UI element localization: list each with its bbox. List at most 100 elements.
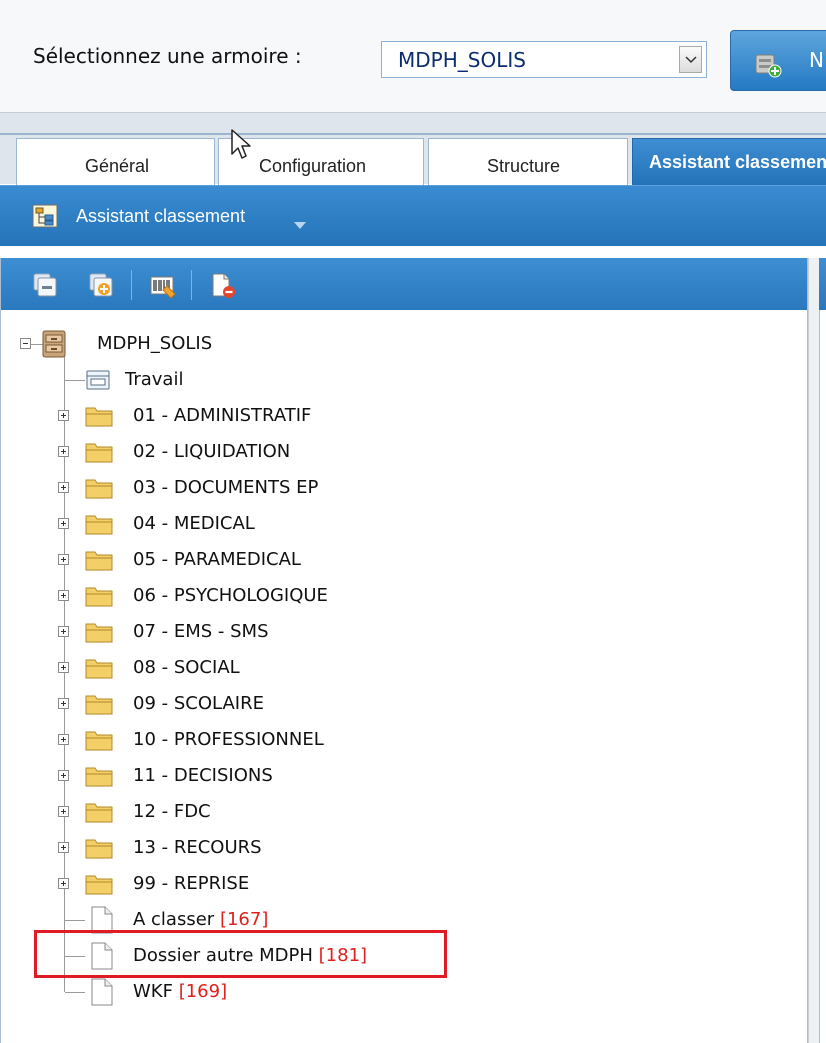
tree-node-label: 11 - DECISIONS: [133, 765, 273, 786]
folder-icon: [85, 477, 113, 503]
expand-toggle[interactable]: [58, 842, 69, 853]
document-name: A classer: [133, 909, 215, 930]
tree-node-folder[interactable]: 01 - ADMINISTRATIF: [1, 398, 807, 434]
folder-icon: [85, 729, 113, 755]
expand-toggle[interactable]: [58, 734, 69, 745]
new-cabinet-button[interactable]: N: [730, 30, 826, 91]
cabinet-icon: [41, 330, 67, 362]
tab-general[interactable]: Général: [16, 138, 215, 185]
tree-node-label: 01 - ADMINISTRATIF: [133, 405, 312, 426]
tree-node-folder[interactable]: 02 - LIQUIDATION: [1, 434, 807, 470]
tree-node-label: 10 - PROFESSIONNEL: [133, 729, 324, 750]
tab-label: Général: [85, 156, 150, 176]
tree-node-label: 99 - REPRISE: [133, 873, 250, 894]
tree-node-folder[interactable]: 99 - REPRISE: [1, 866, 807, 902]
folder-icon: [85, 405, 113, 431]
section-title[interactable]: Assistant classement: [76, 206, 245, 227]
cabinet-select[interactable]: MDPH_SOLIS: [381, 41, 707, 78]
tree-node-folder[interactable]: 03 - DOCUMENTS EP: [1, 470, 807, 506]
tree-node-label: 13 - RECOURS: [133, 837, 262, 858]
folder-icon: [85, 837, 113, 863]
tree-node-folder[interactable]: 06 - PSYCHOLOGIQUE: [1, 578, 807, 614]
chevron-down-icon[interactable]: [294, 214, 306, 233]
delete-document-icon[interactable]: [209, 272, 237, 300]
tree-node-folder[interactable]: 08 - SOCIAL: [1, 650, 807, 686]
tree-connector: [65, 920, 85, 921]
cabinet-select-value: MDPH_SOLIS: [398, 48, 526, 72]
tab-label: Configuration: [259, 156, 367, 176]
tree-node-folder[interactable]: 11 - DECISIONS: [1, 758, 807, 794]
tree-node-label: 12 - FDC: [133, 801, 211, 822]
tree-node-label: 09 - SCOLAIRE: [133, 693, 264, 714]
tree-node-label: 06 - PSYCHOLOGIQUE: [133, 585, 328, 606]
collapse-toggle[interactable]: [20, 338, 31, 349]
tab-strip-divider: [0, 133, 826, 135]
tree-node-label: 05 - PARAMEDICAL: [133, 549, 301, 570]
tree-node-label: Travail: [125, 369, 184, 390]
tree-node-folder[interactable]: 10 - PROFESSIONNEL: [1, 722, 807, 758]
tree-node-folder[interactable]: 09 - SCOLAIRE: [1, 686, 807, 722]
expand-toggle[interactable]: [58, 770, 69, 781]
document-count: [167]: [219, 909, 269, 930]
highlight-annotation: [34, 930, 447, 978]
tab-label: Structure: [487, 156, 561, 176]
folder-icon: [85, 693, 113, 719]
tree-connector: [65, 380, 85, 381]
expand-toggle[interactable]: [58, 482, 69, 493]
expand-toggle[interactable]: [58, 698, 69, 709]
barcode-icon[interactable]: [149, 272, 177, 300]
cabinet-selector-bar: Sélectionnez une armoire : MDPH_SOLIS N: [0, 0, 826, 112]
tree-node-label: MDPH_SOLIS: [97, 333, 213, 354]
expand-toggle[interactable]: [58, 626, 69, 637]
tree-node-folder[interactable]: 07 - EMS - SMS: [1, 614, 807, 650]
right-panel-edge: [819, 258, 826, 1043]
tree-node-label: 03 - DOCUMENTS EP: [133, 477, 319, 498]
section-header: Assistant classement: [0, 185, 826, 246]
tree-node-label: 08 - SOCIAL: [133, 657, 240, 678]
cabinet-selector-label: Sélectionnez une armoire :: [33, 44, 302, 68]
expand-toggle[interactable]: [58, 662, 69, 673]
work-folder-icon: [85, 368, 111, 396]
expand-toggle[interactable]: [58, 446, 69, 457]
folder-icon: [85, 765, 113, 791]
tree-connector: [65, 992, 85, 993]
folder-icon: [85, 621, 113, 647]
folder-icon: [85, 549, 113, 575]
document-name: WKF: [133, 981, 173, 1002]
folder-icon: [85, 873, 113, 899]
tree-node-label: 02 - LIQUIDATION: [133, 441, 291, 462]
tab-structure[interactable]: Structure: [428, 138, 628, 185]
expand-toggle[interactable]: [58, 806, 69, 817]
new-cabinet-icon: [753, 51, 783, 83]
tree-node-label: 04 - MEDICAL: [133, 513, 255, 534]
expand-toggle[interactable]: [58, 590, 69, 601]
folder-icon: [85, 585, 113, 611]
folder-icon: [85, 657, 113, 683]
tree-node-root[interactable]: MDPH_SOLIS: [1, 326, 807, 362]
document-icon: [91, 978, 113, 1010]
tree-node-folder[interactable]: 13 - RECOURS: [1, 830, 807, 866]
tree-panel: MDPH_SOLIS Travail 01 - ADMINISTRATIF 02: [0, 258, 808, 1043]
expand-toggle[interactable]: [58, 878, 69, 889]
tree-toolbar: [1, 258, 807, 310]
tab-label: Assistant classement: [649, 152, 826, 172]
expand-toggle[interactable]: [58, 410, 69, 421]
tree-node-travail[interactable]: Travail: [1, 362, 807, 398]
collapse-all-icon[interactable]: [31, 272, 59, 300]
tree-node-label: A classer [167]: [133, 909, 268, 930]
toolbar-separator: [131, 270, 132, 300]
expand-toggle[interactable]: [58, 518, 69, 529]
expand-all-icon[interactable]: [87, 272, 115, 300]
tree-node-document[interactable]: WKF [169]: [1, 974, 807, 1010]
tree-node-folder[interactable]: 12 - FDC: [1, 794, 807, 830]
tab-assistant-classement[interactable]: Assistant classement: [632, 138, 826, 185]
folder-icon: [85, 801, 113, 827]
expand-toggle[interactable]: [58, 554, 69, 565]
tab-strip: Général Configuration Structure Assistan…: [0, 112, 826, 185]
tree-node-label: 07 - EMS - SMS: [133, 621, 269, 642]
tree-node-folder[interactable]: 05 - PARAMEDICAL: [1, 542, 807, 578]
folder-icon: [85, 441, 113, 467]
chevron-down-icon[interactable]: [679, 46, 702, 73]
tree-structure-icon: [32, 204, 58, 232]
tree-node-folder[interactable]: 04 - MEDICAL: [1, 506, 807, 542]
